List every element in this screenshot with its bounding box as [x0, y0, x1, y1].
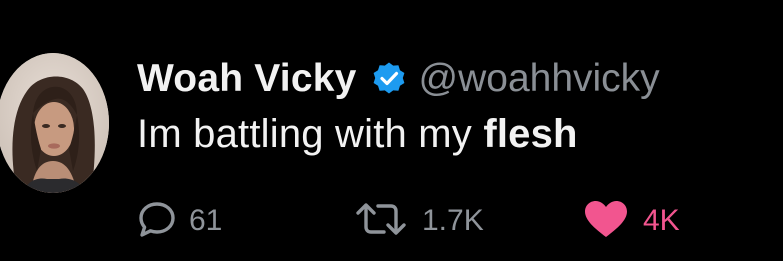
author-display-name[interactable]: Woah Vicky: [137, 57, 357, 101]
retweet-arrows-icon: [352, 199, 410, 244]
tweet-actions: 61 1.7K 4K: [0, 196, 783, 246]
verified-badge-icon: [371, 61, 407, 97]
reply-button[interactable]: 61: [137, 196, 222, 246]
avatar-image: [0, 53, 109, 193]
like-button[interactable]: 4K: [583, 196, 680, 246]
reply-count: 61: [189, 204, 223, 237]
retweet-button[interactable]: 1.7K: [352, 196, 484, 246]
author-handle[interactable]: @woahhvicky: [419, 57, 660, 101]
tweet-header: Woah Vicky @woahhvicky: [137, 56, 660, 102]
heart-icon: [583, 199, 629, 244]
like-count: 4K: [643, 204, 680, 237]
tweet-text-bold: flesh: [483, 112, 578, 156]
retweet-count: 1.7K: [422, 204, 484, 237]
speech-bubble-icon: [137, 199, 177, 244]
tweet-card[interactable]: Woah Vicky @woahhvicky Im battling with …: [0, 0, 783, 261]
tweet-text: Im battling with my flesh: [137, 112, 578, 157]
avatar[interactable]: [0, 53, 109, 193]
tweet-text-regular: Im battling with my: [137, 112, 484, 156]
